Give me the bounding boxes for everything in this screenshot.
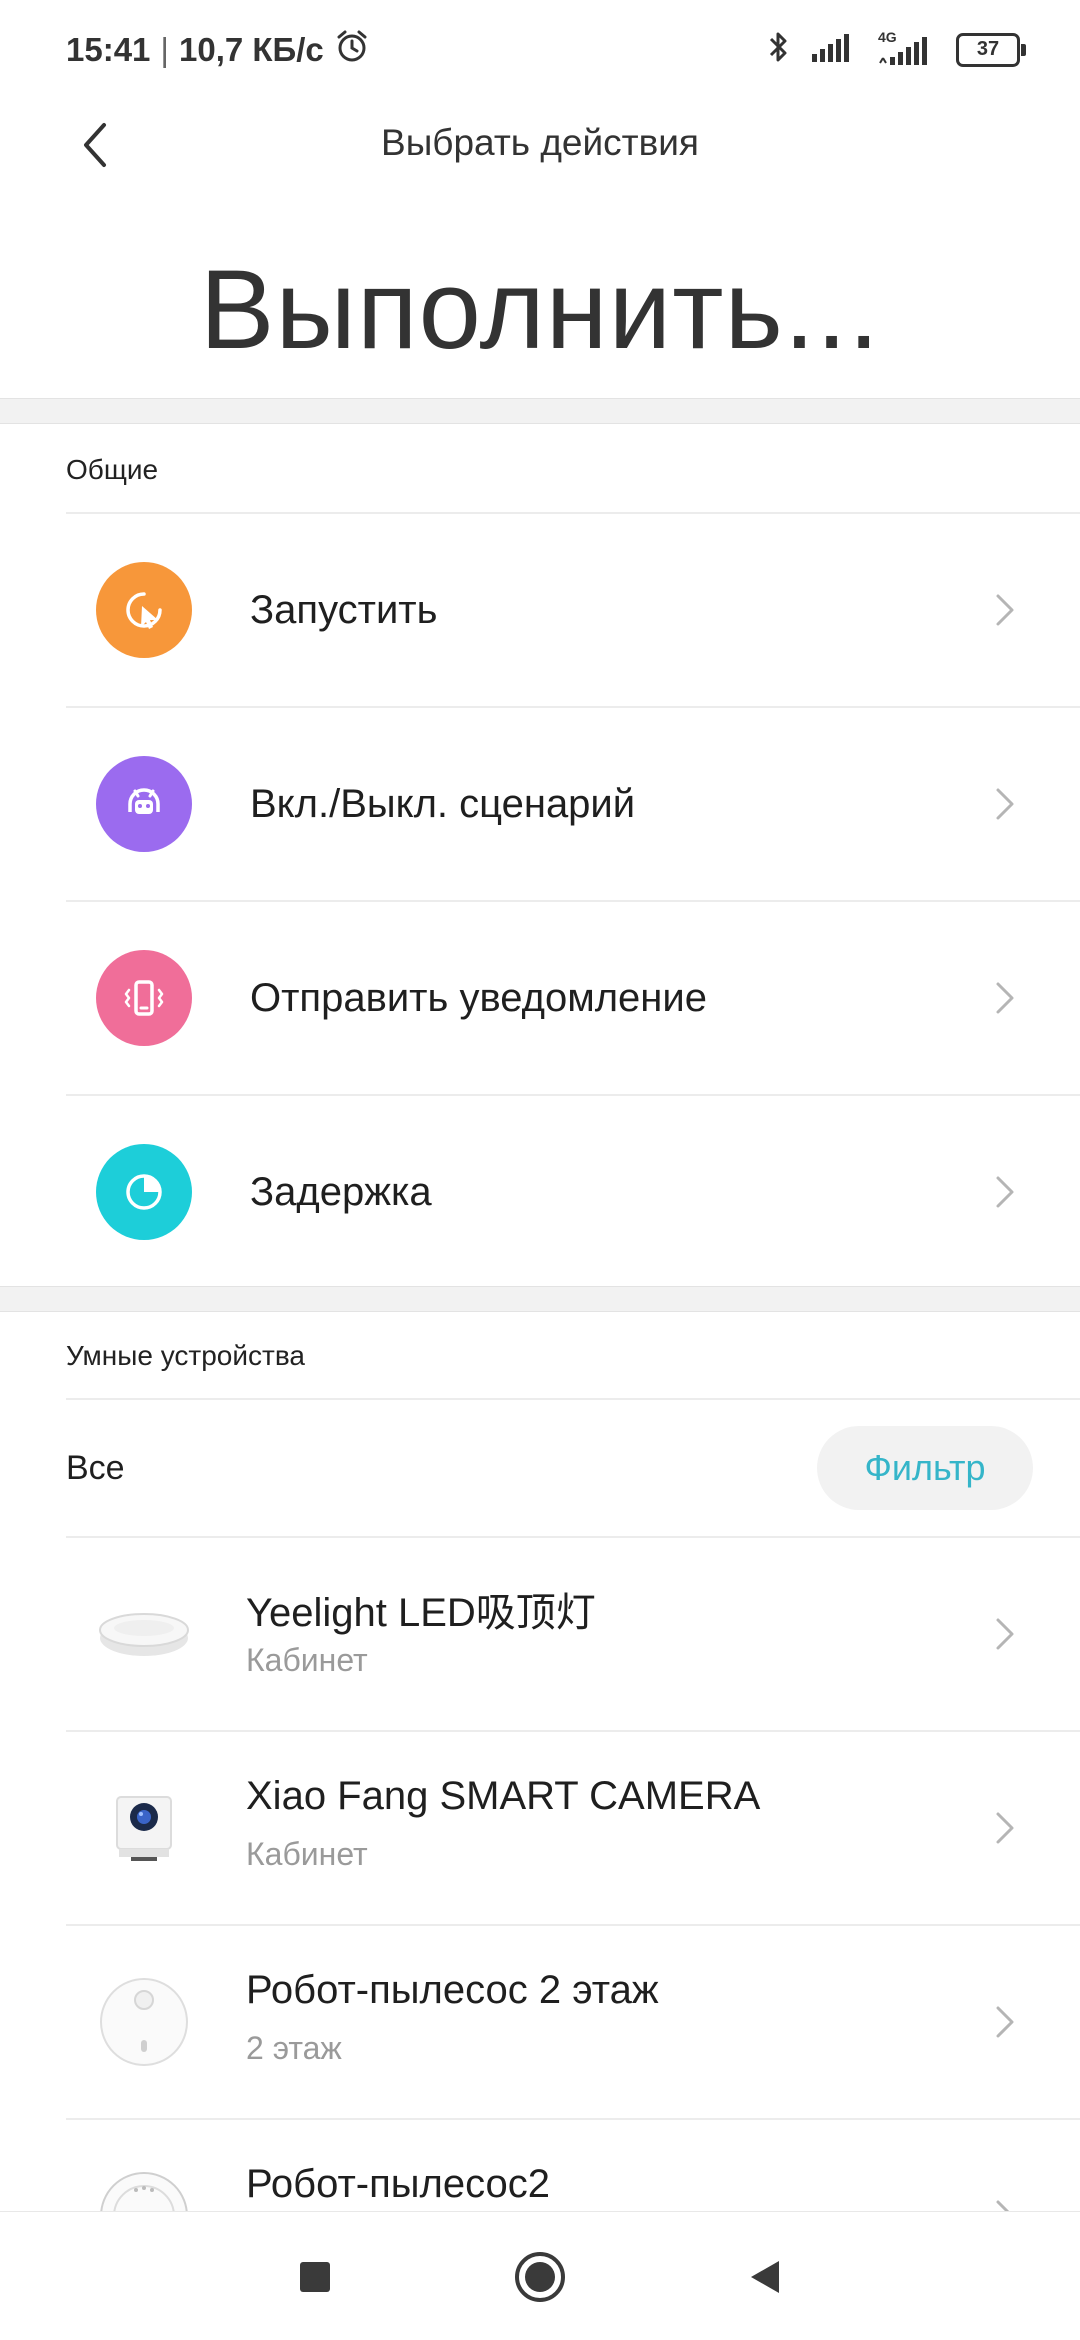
action-delay[interactable]: Задержка xyxy=(66,1096,1080,1288)
section-label-general: Общие xyxy=(66,454,159,485)
device-room: 2 этаж xyxy=(246,2030,342,2066)
status-time: 15:41 xyxy=(66,31,151,68)
chevron-right-icon xyxy=(996,1176,1014,1208)
hero-title: Выполнить... xyxy=(199,247,881,372)
section-separator xyxy=(0,1286,1080,1312)
action-run[interactable]: Запустить xyxy=(66,514,1080,706)
section-separator xyxy=(0,398,1080,424)
system-nav-bar xyxy=(0,2211,1080,2340)
chevron-right-icon xyxy=(996,2006,1014,2038)
status-bar: 15:41 | 10,7 КБ/с 4G 37 xyxy=(0,0,1080,100)
home-button[interactable] xyxy=(505,2242,575,2312)
status-left: 15:41 | 10,7 КБ/с xyxy=(66,28,370,72)
chevron-right-icon xyxy=(996,788,1014,820)
status-net-speed: 10,7 КБ/с xyxy=(178,31,324,68)
action-run-label: Запустить xyxy=(250,587,438,632)
signal-icon xyxy=(812,32,856,67)
signal-4g-icon: 4G xyxy=(878,29,934,67)
device-item[interactable]: Xiao Fang SMART CAMERA Кабинет xyxy=(66,1732,1080,1924)
page-title: Выбрать действия xyxy=(381,122,699,163)
status-right: 4G 37 xyxy=(768,29,1026,69)
device-item[interactable]: Yeelight LED吸顶灯 Кабинет xyxy=(66,1538,1080,1730)
camera-icon xyxy=(96,1780,192,1876)
chevron-right-icon xyxy=(996,1812,1014,1844)
recents-button[interactable] xyxy=(280,2242,350,2312)
device-name: Yeelight LED吸顶灯 xyxy=(246,1591,596,1635)
device-item[interactable]: Робот-пылесос 2 этаж 2 этаж xyxy=(66,1926,1080,2118)
triangle-back-icon xyxy=(751,2261,779,2293)
action-delay-label: Задержка xyxy=(250,1169,432,1214)
action-toggle-scene-label: Вкл./Выкл. сценарий xyxy=(250,781,636,826)
chevron-right-icon xyxy=(996,982,1014,1014)
circle-icon xyxy=(515,2252,565,2302)
devices-filter-row: Все Фильтр xyxy=(66,1400,1080,1536)
robot-vacuum-icon xyxy=(96,1974,192,2070)
chevron-right-icon xyxy=(996,594,1014,626)
action-send-notification[interactable]: Отправить уведомление xyxy=(66,902,1080,1094)
ceiling-light-icon xyxy=(96,1586,192,1682)
device-name: Робот-пылесос2 xyxy=(246,2162,551,2206)
device-name: Робот-пылесос 2 этаж xyxy=(246,1968,659,2012)
status-separator: | xyxy=(160,31,169,68)
action-toggle-scene[interactable]: Вкл./Выкл. сценарий xyxy=(66,708,1080,900)
filter-button[interactable]: Фильтр xyxy=(817,1426,1033,1510)
square-icon xyxy=(300,2262,330,2292)
section-label-devices: Умные устройства xyxy=(66,1340,305,1371)
bluetooth-icon xyxy=(768,30,790,69)
phone-vibrate-icon xyxy=(96,950,192,1046)
device-name: Xiao Fang SMART CAMERA xyxy=(246,1774,761,1818)
device-room: Кабинет xyxy=(246,1836,368,1872)
battery-indicator: 37 xyxy=(956,32,1026,67)
alarm-icon xyxy=(334,28,370,72)
top-header: Выбрать действия xyxy=(0,100,1080,190)
device-room: Кабинет xyxy=(246,1642,368,1678)
timer-icon xyxy=(96,1144,192,1240)
all-devices-label: Все xyxy=(66,1448,125,1487)
action-send-notification-label: Отправить уведомление xyxy=(250,975,707,1020)
chevron-right-icon xyxy=(996,1618,1014,1650)
back-nav-button[interactable] xyxy=(730,2242,800,2312)
robot-icon xyxy=(96,756,192,852)
cursor-click-icon xyxy=(96,562,192,658)
